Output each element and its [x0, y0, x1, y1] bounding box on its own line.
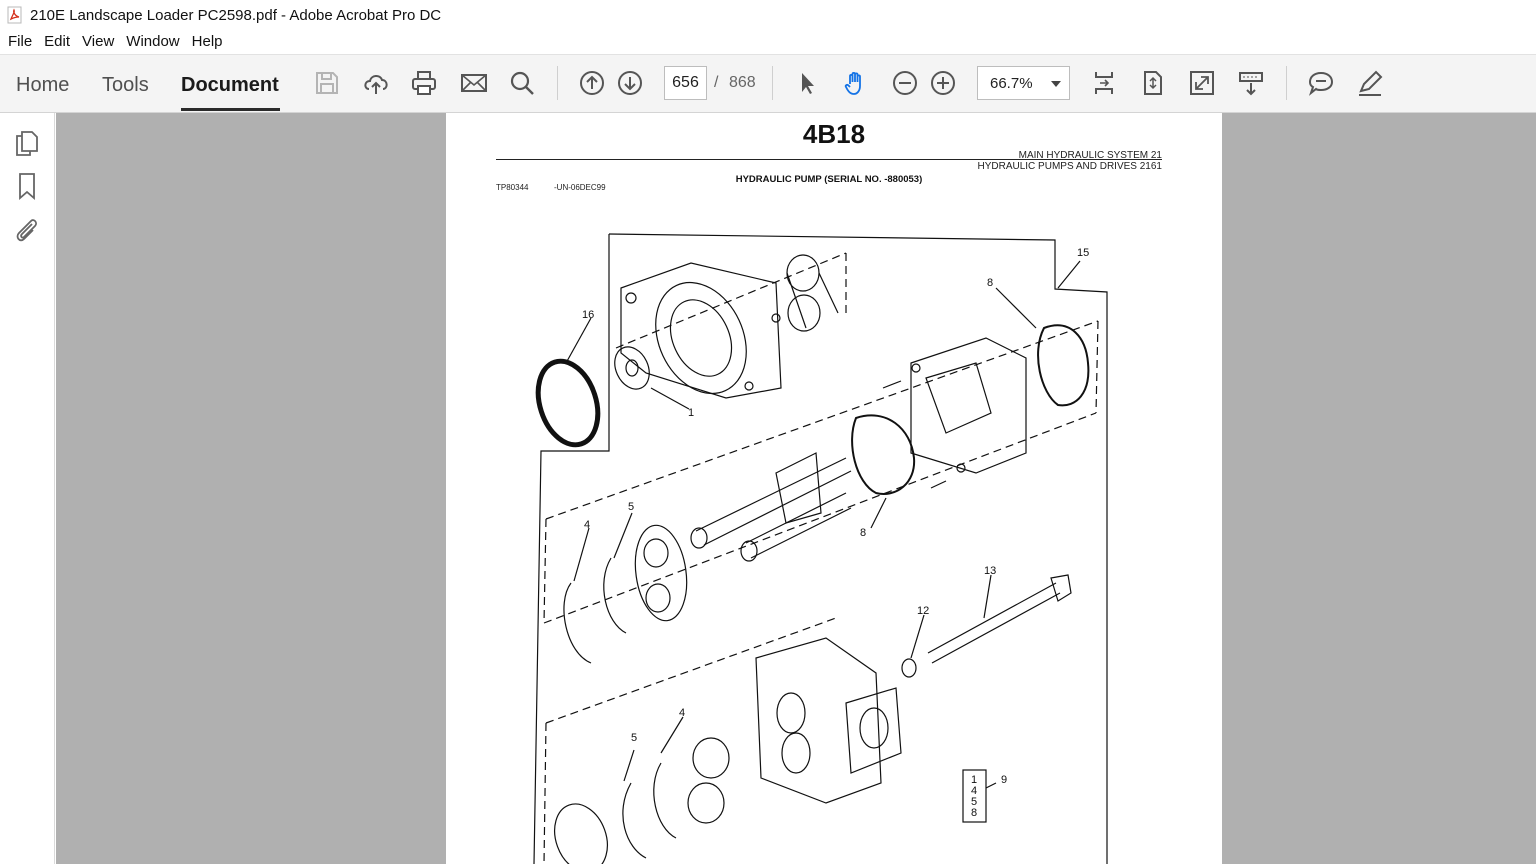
cloud-upload-icon [364, 75, 388, 94]
hand-tool-button[interactable] [839, 64, 873, 102]
callout-5-bottom: 5 [631, 732, 637, 744]
zoom-out-button[interactable] [888, 64, 922, 102]
window-title: 210E Landscape Loader PC2598.pdf - Adobe… [30, 6, 442, 24]
full-screen-icon [1190, 71, 1214, 95]
menu-file[interactable]: File [2, 30, 38, 54]
callout-9: 9 [1001, 774, 1007, 786]
hand-tool-icon [844, 71, 861, 95]
menu-edit[interactable]: Edit [38, 30, 76, 54]
callout-8-top: 8 [987, 277, 993, 289]
pdf-page: 4B18 MAIN HYDRAULIC SYSTEM 21 HYDRAULIC … [446, 113, 1222, 864]
hydraulic-pump-exploded-diagram: 16 1 15 8 8 4 5 13 12 4 5 9 1 4 5 8 [533, 233, 1108, 864]
attachment-icon[interactable] [12, 215, 42, 245]
tab-document[interactable]: Document [181, 74, 279, 97]
zoom-value: 66.7% [990, 75, 1033, 92]
page-number-input[interactable]: 656 [664, 66, 707, 100]
sign-button[interactable] [1353, 64, 1387, 102]
toolbar-separator [557, 66, 558, 100]
fit-page-button[interactable] [1087, 64, 1121, 102]
email-button[interactable] [457, 64, 491, 102]
callout-1: 1 [688, 407, 694, 419]
email-icon [461, 74, 487, 92]
menu-view[interactable]: View [76, 30, 120, 54]
menu-bar: File Edit View Window Help [0, 30, 1536, 54]
callout-8-mid: 8 [860, 527, 866, 539]
search-icon [510, 71, 534, 95]
bookmark-icon[interactable] [12, 171, 42, 201]
tab-home[interactable]: Home [16, 74, 69, 97]
tab-tools[interactable]: Tools [102, 74, 149, 97]
sign-icon [1359, 70, 1383, 96]
callout-5-top: 5 [628, 501, 634, 513]
callout-16: 16 [582, 309, 594, 321]
zoom-select[interactable]: 66.7% [977, 66, 1070, 100]
search-button[interactable] [505, 64, 539, 102]
scroll-mode-button[interactable] [1136, 64, 1170, 102]
callout-4-top: 4 [584, 519, 590, 531]
callout-4-bottom: 4 [679, 707, 685, 719]
print-icon [412, 71, 436, 95]
page-down-icon [618, 71, 642, 95]
callout-13: 13 [984, 565, 996, 577]
total-pages: 868 [729, 74, 756, 91]
left-navigation-rail [0, 113, 55, 864]
full-screen-button[interactable] [1185, 64, 1219, 102]
comment-button[interactable] [1304, 64, 1338, 102]
save-icon [316, 72, 338, 94]
zoom-in-icon [931, 71, 955, 95]
acrobat-pdf-icon [7, 6, 22, 24]
print-button[interactable] [407, 64, 441, 102]
chevron-down-icon[interactable] [1051, 81, 1061, 87]
zoom-in-button[interactable] [926, 64, 960, 102]
legend-item: 8 [971, 807, 977, 819]
toolbar-separator [1286, 66, 1287, 100]
zoom-out-icon [893, 71, 917, 95]
pages-icon[interactable] [12, 127, 42, 157]
title-bar: 210E Landscape Loader PC2598.pdf - Adobe… [0, 0, 1536, 30]
active-tab-indicator [181, 108, 280, 111]
menu-help[interactable]: Help [186, 30, 229, 54]
page-separator: / [714, 74, 719, 91]
callout-12: 12 [917, 605, 929, 617]
select-cursor-icon [802, 73, 814, 94]
toolbar-separator [772, 66, 773, 100]
previous-page-button[interactable] [575, 64, 609, 102]
read-mode-button[interactable] [1234, 64, 1268, 102]
scroll-mode-icon [1144, 71, 1162, 95]
fit-page-icon [1095, 72, 1113, 94]
read-mode-icon [1239, 72, 1263, 96]
comment-icon [1308, 71, 1334, 96]
save-button[interactable] [310, 64, 344, 102]
upload-button[interactable] [359, 64, 393, 102]
next-page-button[interactable] [613, 64, 647, 102]
select-tool-button[interactable] [790, 64, 824, 102]
page-up-icon [580, 71, 604, 95]
menu-window[interactable]: Window [120, 30, 185, 54]
callout-15: 15 [1077, 247, 1089, 259]
